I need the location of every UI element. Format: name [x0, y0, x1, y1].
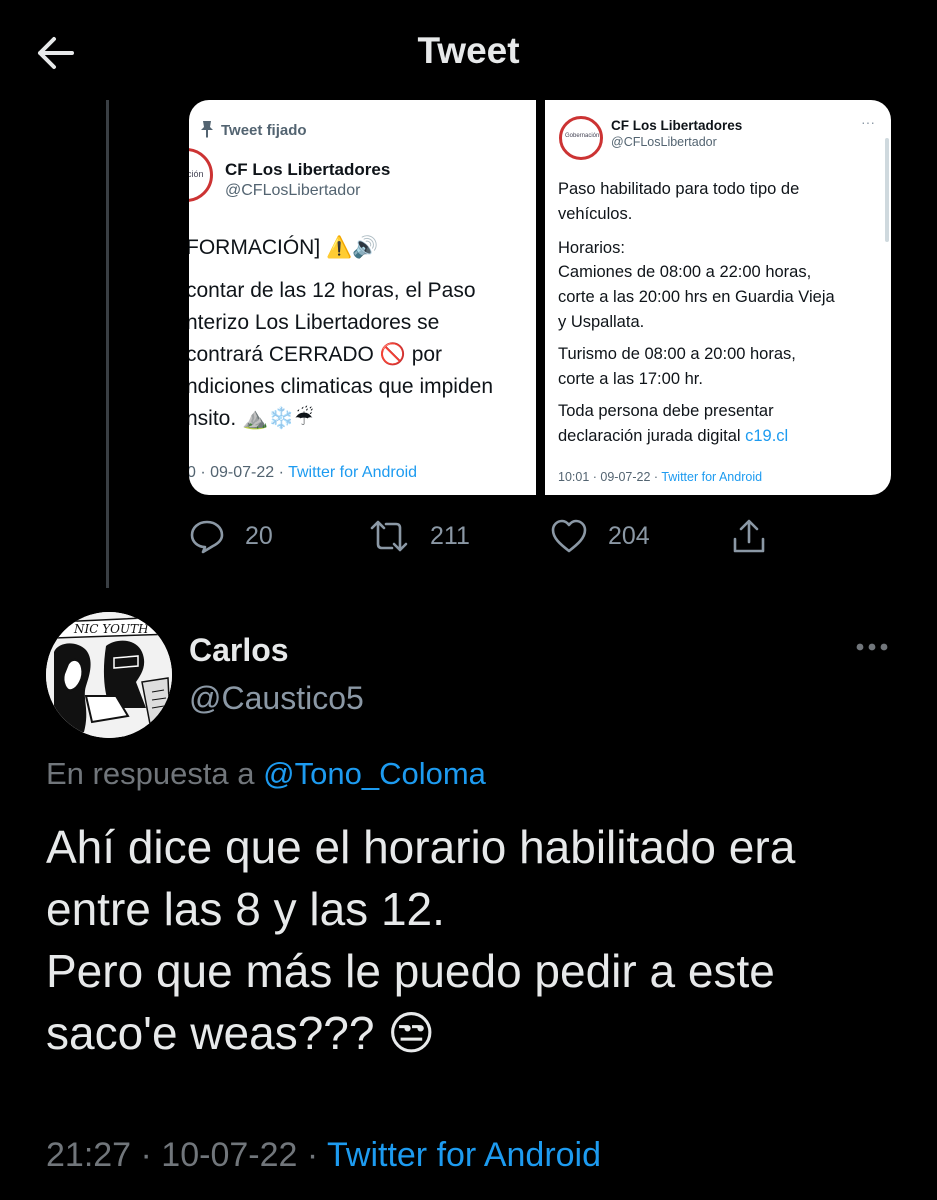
page-title: Tweet — [417, 30, 520, 71]
like-action[interactable]: 204 — [550, 514, 650, 558]
tweet-line: contar de las 12 horas, el Paso — [189, 279, 476, 302]
tweet-line: vehículos. — [558, 205, 633, 223]
svg-text:NIC YOUTH: NIC YOUTH — [73, 622, 149, 636]
link-c19[interactable]: c19.cl — [745, 427, 788, 445]
tweet-body-line: entre las 8 y las 12. — [46, 883, 445, 935]
tweet-line: Turismo de 08:00 a 20:00 horas, — [558, 345, 796, 363]
tweet-line: ndiciones climaticas que impiden — [189, 375, 493, 398]
thread-line — [106, 100, 109, 588]
retweet-count: 211 — [430, 521, 470, 550]
account-handle: @CFLosLibertador — [225, 182, 361, 199]
account-name: CF Los Libertadores — [225, 160, 391, 179]
reply-to-line: En respuesta a @Tono_Coloma — [46, 756, 486, 791]
tweet-body-line: Pero que más le puedo pedir a este — [46, 945, 775, 997]
heart-icon — [551, 519, 587, 553]
tweet-line: corte a las 17:00 hr. — [558, 370, 703, 388]
pin-icon — [201, 121, 213, 138]
quoted-image-right[interactable]: Gobernación CF Los Libertadores @CFLosLi… — [545, 100, 891, 495]
tweet-line: FORMACIÓN] ⚠️🔊 — [189, 236, 379, 259]
tweet-line: Toda persona debe presentar — [558, 402, 774, 420]
retweet-icon — [370, 520, 408, 552]
tweet-body-line: saco'e weas??? 😒 — [46, 1007, 436, 1059]
pinned-row: Tweet fijado — [199, 120, 307, 139]
tweet-line: Paso habilitado para todo tipo de — [558, 180, 800, 198]
account-handle: @CFLosLibertador — [611, 135, 717, 149]
retweet-action[interactable]: 211 — [368, 514, 470, 558]
avatar-image: NIC YOUTH — [46, 612, 172, 738]
reply-count: 20 — [245, 521, 273, 550]
tweet-line: contrará CERRADO 🚫 por — [189, 343, 443, 366]
tweet-meta: 10:01 · 09-07-22 · Twitter for Android — [558, 470, 763, 484]
tweet-line: corte a las 20:00 hrs en Guardia Vieja — [558, 288, 835, 306]
image-divider — [536, 100, 545, 495]
more-icon — [856, 643, 888, 651]
source-link[interactable]: Twitter for Android — [327, 1136, 601, 1174]
share-icon — [733, 519, 765, 553]
more-options-button[interactable] — [855, 640, 889, 658]
tweet-body-line: Ahí dice que el horario habilitado era — [46, 821, 796, 873]
reply-icon — [190, 520, 224, 554]
tweet-line: nterizo Los Libertadores se — [189, 311, 440, 334]
account-name: CF Los Libertadores — [611, 118, 743, 133]
pinned-label: Tweet fijado — [221, 122, 307, 139]
avatar[interactable]: NIC YOUTH — [46, 612, 172, 738]
reply-to-mention[interactable]: @Tono_Coloma — [263, 756, 486, 791]
tweet-timestamp-row: 21:27 · 10-07-22 · Twitter for Android — [46, 1136, 601, 1175]
tweet-line: Horarios: — [558, 239, 625, 257]
tweet-line: nsito. ⛰️❄️☔ — [189, 407, 314, 430]
tweet-line: declaración jurada digital c19.cl — [558, 427, 789, 445]
tweet-body: Ahí dice que el horario habilitado era e… — [46, 816, 906, 1064]
tweet-line: Camiones de 08:00 a 22:00 horas, — [558, 263, 812, 281]
quoted-image-left[interactable]: Tweet fijado ación CF Los Libertadores @… — [189, 100, 536, 495]
like-count: 204 — [608, 521, 650, 550]
more-icon[interactable]: ··· — [861, 114, 875, 130]
timestamp[interactable]: 21:27 · 10-07-22 · — [46, 1136, 327, 1174]
account-avatar: Gobernación — [559, 116, 603, 160]
tweet-meta: 0 · 09-07-22 · Twitter for Android — [189, 464, 418, 481]
author-handle[interactable]: @Caustico5 — [189, 680, 364, 717]
tweet-line: y Uspallata. — [558, 313, 645, 331]
account-avatar: ación — [189, 148, 213, 202]
reply-action[interactable]: 20 — [189, 514, 273, 558]
scrollbar[interactable] — [885, 138, 889, 242]
share-action[interactable] — [730, 514, 768, 558]
author-name[interactable]: Carlos — [189, 632, 289, 669]
